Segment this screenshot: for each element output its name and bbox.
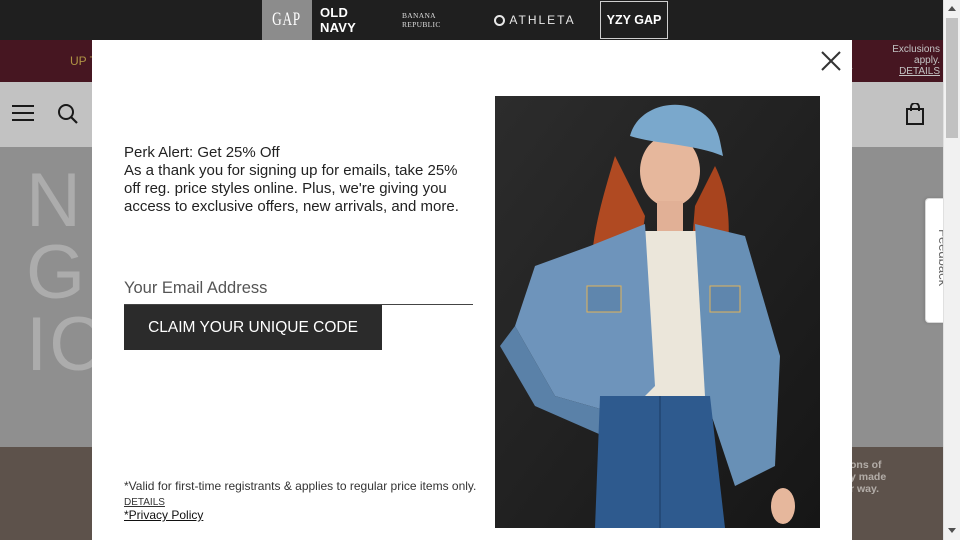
- model-photo: [495, 96, 820, 528]
- brand-banana-republic-label: BANANA REPUBLIC: [402, 11, 441, 29]
- model-photo-illustration: [495, 96, 820, 528]
- brand-athleta-link[interactable]: ATHLETA: [492, 0, 578, 40]
- fineprint-details-link[interactable]: DETAILS: [124, 497, 165, 508]
- brand-gap-label: GAP: [272, 9, 302, 30]
- fineprint-text: *Valid for first-time registrants & appl…: [124, 479, 477, 493]
- privacy-policy-link[interactable]: *Privacy Policy: [124, 508, 203, 522]
- brand-old-navy-link[interactable]: OLD NAVY: [320, 0, 386, 40]
- brand-yzy-gap-link[interactable]: YZY GAP: [600, 1, 668, 39]
- modal-title: Perk Alert: Get 25% Off: [124, 144, 280, 161]
- claim-code-button[interactable]: CLAIM YOUR UNIQUE CODE: [124, 305, 382, 350]
- brand-gap-link[interactable]: GAP: [262, 0, 312, 40]
- scrollbar-thumb[interactable]: [946, 18, 958, 138]
- brand-banana-republic-link[interactable]: BANANA REPUBLIC: [402, 0, 474, 40]
- page-scrollbar[interactable]: [943, 0, 960, 540]
- brand-bar: GAP OLD NAVY BANANA REPUBLIC ATHLETA YZY…: [0, 0, 943, 40]
- close-icon[interactable]: [820, 50, 842, 72]
- brand-athleta-label: ATHLETA: [509, 13, 576, 27]
- email-signup-modal: Perk Alert: Get 25% Off As a thank you f…: [92, 40, 852, 540]
- email-field[interactable]: [124, 272, 473, 305]
- scroll-down-arrow-icon[interactable]: [948, 528, 956, 533]
- brand-yzy-gap-label: YZY GAP: [606, 13, 662, 27]
- brand-old-navy-label: OLD NAVY: [320, 5, 356, 35]
- modal-body-text: As a thank you for signing up for emails…: [124, 162, 459, 215]
- scroll-up-arrow-icon[interactable]: [948, 6, 956, 11]
- athleta-logo-icon: [494, 14, 506, 26]
- fineprint: *Valid for first-time registrants & appl…: [124, 479, 484, 510]
